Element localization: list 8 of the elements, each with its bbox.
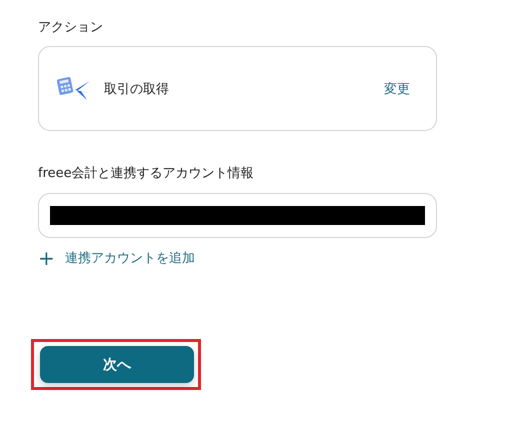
add-account-link[interactable]: + 連携アカウントを追加 <box>38 249 527 267</box>
account-field[interactable] <box>38 193 437 238</box>
next-button[interactable]: 次へ <box>40 346 194 383</box>
calculator-bird-icon <box>57 76 91 102</box>
action-name: 取引の取得 <box>104 80 170 98</box>
change-link[interactable]: 変更 <box>384 80 410 98</box>
section-label: アクション <box>38 19 104 37</box>
section-label: freee会計と連携するアカウント情報 <box>38 165 255 183</box>
